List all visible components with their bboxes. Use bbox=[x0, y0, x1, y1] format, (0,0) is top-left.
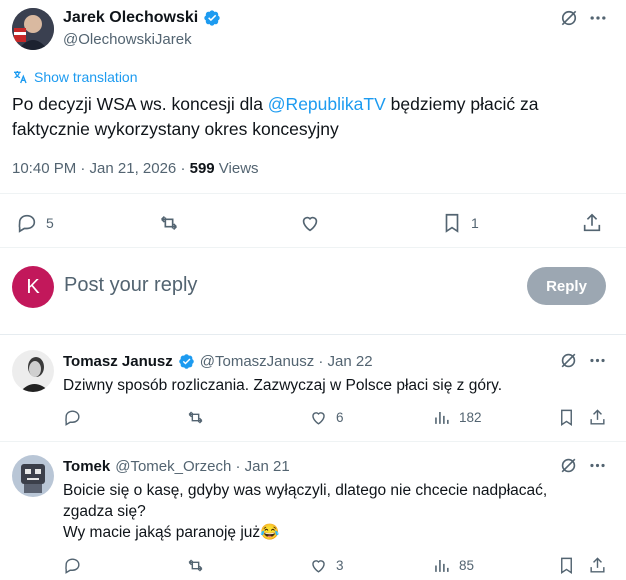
bookmark-count: 1 bbox=[471, 215, 479, 231]
reply-text-line: Boicie się o kasę, gdyby was wyłączyli, … bbox=[63, 482, 548, 520]
reply-icon bbox=[63, 408, 82, 427]
author-avatar[interactable] bbox=[12, 8, 54, 50]
reply-action[interactable] bbox=[63, 556, 90, 575]
repost-action[interactable] bbox=[186, 408, 213, 427]
like-count: 6 bbox=[336, 410, 344, 425]
views-count: 182 bbox=[459, 410, 482, 425]
bookmark-action[interactable] bbox=[557, 556, 576, 575]
grok-icon[interactable] bbox=[559, 8, 579, 28]
composer-avatar: K bbox=[12, 266, 54, 308]
reply-author-name[interactable]: Tomek bbox=[63, 458, 110, 475]
mention-link[interactable]: @RepublikaTV bbox=[268, 94, 386, 114]
repost-icon bbox=[186, 556, 205, 575]
views-count: 85 bbox=[459, 558, 475, 573]
post-text-start: Po decyzji WSA ws. koncesji dla bbox=[12, 94, 268, 114]
share-action[interactable] bbox=[588, 556, 607, 575]
reply-icon bbox=[16, 212, 38, 234]
bookmark-icon bbox=[557, 408, 576, 427]
reply-text-line2: Wy macie jakąś paranoję już bbox=[63, 524, 261, 541]
reply-text: Dziwny sposób rozliczania. Zazwyczaj w P… bbox=[63, 377, 503, 394]
reply-action[interactable] bbox=[63, 408, 90, 427]
show-translation-label: Show translation bbox=[34, 69, 138, 85]
bookmark-action[interactable]: 1 bbox=[441, 212, 479, 234]
views-label: Views bbox=[214, 160, 259, 177]
grok-icon[interactable] bbox=[559, 351, 578, 370]
show-translation-link[interactable]: Show translation bbox=[12, 69, 138, 85]
reply-button[interactable]: Reply bbox=[527, 267, 606, 305]
reply-input[interactable]: Post your reply bbox=[64, 274, 197, 297]
reply-count: 5 bbox=[46, 215, 54, 231]
bookmark-icon bbox=[441, 212, 463, 234]
author-handle[interactable]: @OlechowskiJarek bbox=[63, 31, 192, 48]
reply-icon bbox=[63, 556, 82, 575]
reply-avatar[interactable] bbox=[12, 455, 54, 497]
repost-action[interactable] bbox=[186, 556, 213, 575]
like-icon bbox=[309, 408, 328, 427]
like-count: 3 bbox=[336, 558, 344, 573]
more-icon[interactable] bbox=[588, 8, 608, 28]
share-action[interactable] bbox=[581, 212, 603, 234]
reply-avatar[interactable] bbox=[12, 350, 54, 392]
more-icon[interactable] bbox=[588, 351, 607, 370]
like-action[interactable]: 6 bbox=[309, 408, 344, 427]
post-meta: 10:40 PM · Jan 21, 2026 · 599 Views bbox=[12, 160, 259, 177]
verified-icon bbox=[203, 9, 221, 27]
post-text: Po decyzji WSA ws. koncesji dla @Republi… bbox=[12, 92, 602, 142]
views-icon bbox=[432, 556, 451, 575]
reply-author-handle[interactable]: @TomaszJanusz · Jan 22 bbox=[200, 353, 373, 370]
views-count: 599 bbox=[189, 160, 215, 177]
post-timestamp[interactable]: 10:40 PM · Jan 21, 2026 · bbox=[12, 160, 190, 177]
share-action[interactable] bbox=[588, 408, 607, 427]
views-action[interactable]: 85 bbox=[432, 556, 474, 575]
like-action[interactable] bbox=[299, 212, 329, 234]
repost-icon bbox=[158, 212, 180, 234]
share-icon bbox=[581, 212, 603, 234]
reply-action[interactable]: 5 bbox=[16, 212, 54, 234]
repost-icon bbox=[186, 408, 205, 427]
bookmark-action[interactable] bbox=[557, 408, 576, 427]
share-icon bbox=[588, 556, 607, 575]
reply-text-line: Wy macie jakąś paranoję już😂 bbox=[63, 522, 593, 543]
views-icon bbox=[432, 408, 451, 427]
repost-action[interactable] bbox=[158, 212, 188, 234]
reply-author-handle[interactable]: @Tomek_Orzech · Jan 21 bbox=[115, 458, 289, 475]
translate-icon bbox=[12, 69, 28, 85]
laughing-emoji: 😂 bbox=[260, 524, 280, 541]
reply-text: Boicie się o kasę, gdyby was wyłączyli, … bbox=[63, 480, 593, 543]
bookmark-icon bbox=[557, 556, 576, 575]
like-action[interactable]: 3 bbox=[309, 556, 344, 575]
share-icon bbox=[588, 408, 607, 427]
more-icon[interactable] bbox=[588, 456, 607, 475]
verified-icon bbox=[178, 353, 195, 370]
reply-author-name[interactable]: Tomasz Janusz bbox=[63, 353, 173, 370]
grok-icon[interactable] bbox=[559, 456, 578, 475]
like-icon bbox=[299, 212, 321, 234]
views-action[interactable]: 182 bbox=[432, 408, 482, 427]
author-name[interactable]: Jarek Olechowski bbox=[63, 9, 198, 27]
like-icon bbox=[309, 556, 328, 575]
composer-avatar-letter: K bbox=[26, 275, 40, 298]
